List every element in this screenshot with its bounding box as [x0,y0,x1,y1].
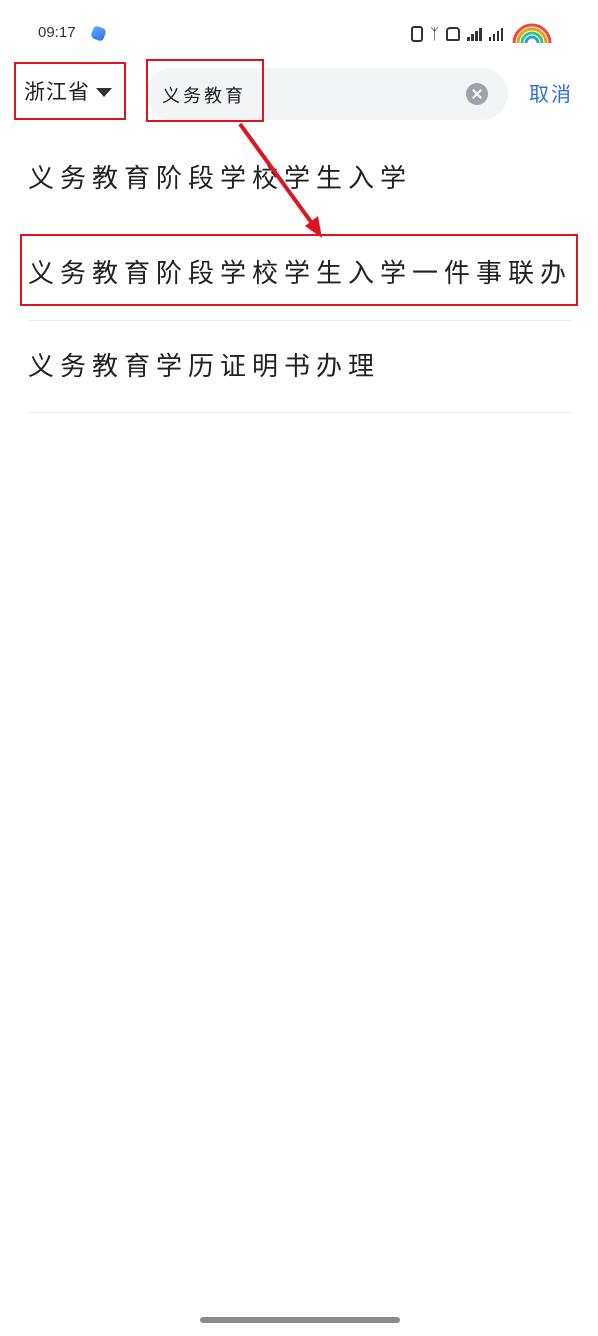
robot-icon [446,27,460,41]
province-select[interactable]: 浙江省 [14,62,126,120]
search-result-item[interactable]: 义务教育学历证明书办理 [28,346,572,383]
annotation-box-search [146,59,264,122]
sprout-icon: ᛉ [429,24,439,43]
search-result-item[interactable]: 义务教育阶段学校学生入学一件事联办 [28,253,572,290]
province-label: 浙江省 [24,80,90,104]
search-result-item[interactable]: 义务教育阶段学校学生入学 [28,158,572,195]
app-notification-icon [90,25,107,42]
vibrate-icon [410,26,423,42]
signal-5g-icon [467,27,482,41]
status-icons: ᛉ [410,22,554,46]
status-bar: 09:17 ᛉ [0,0,598,64]
divider [28,412,572,413]
rainbow-icon [512,23,552,44]
divider [28,320,572,321]
home-indicator[interactable] [200,1317,400,1323]
caret-down-icon [96,88,112,97]
cancel-button[interactable]: 取消 [529,78,573,107]
clear-icon[interactable] [466,83,488,105]
signal-5g-icon [488,27,503,41]
status-time: 09:17 [38,24,76,41]
